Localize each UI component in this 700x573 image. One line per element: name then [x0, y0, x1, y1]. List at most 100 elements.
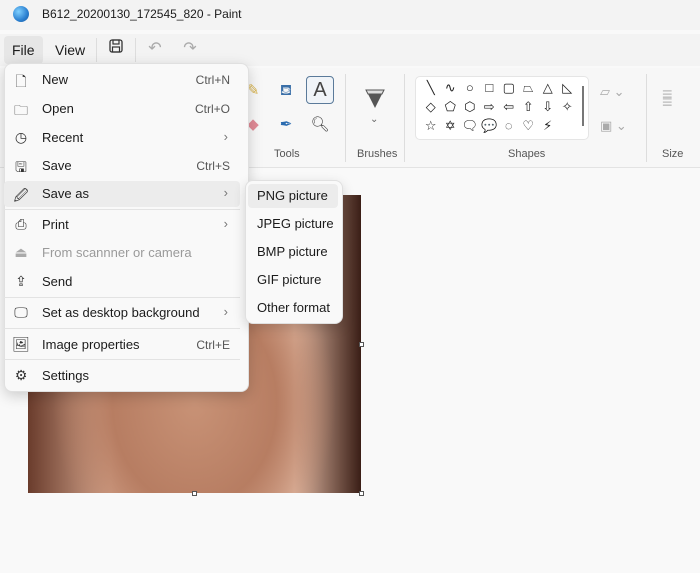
file-menu-item-recent[interactable]: ◷ Recent › [4, 125, 240, 151]
shape-option-icon[interactable]: ╲ [421, 78, 441, 97]
file-menu-item-send[interactable]: ⇪ Send [4, 269, 240, 295]
shortcut-label: Ctrl+E [196, 338, 230, 352]
shape-option-icon[interactable]: ⇨ [480, 97, 500, 116]
gear-icon: ⚙ [14, 367, 28, 383]
save-as-option-bmp-picture[interactable]: BMP picture [248, 240, 338, 264]
menu-item-label: New [42, 72, 69, 87]
shape-option-icon[interactable]: ⚡ [538, 116, 558, 135]
shape-option-icon[interactable]: ♡ [519, 116, 539, 135]
save-icon: 🖫 [15, 159, 27, 175]
resize-handle[interactable] [192, 491, 197, 496]
save-as-option-other-format[interactable]: Other format [248, 296, 338, 320]
shape-option-icon[interactable]: ⬠ [441, 97, 461, 116]
clock-icon: ◷ [14, 129, 28, 145]
shape-option-icon[interactable]: ○ [460, 78, 480, 97]
file-menu-item-save[interactable]: 🖫 Save Ctrl+S [4, 153, 240, 179]
printer-icon: ⎙ [15, 216, 27, 232]
shapes-grid: ╲ ∿ ○ □ ▢ ⏢ △ ◺ ◇ ⬠ ⬡ ⇨ ⇦ ⇧ ⇩ ✧ ☆ ✡ 🗨 💬 ◌ ♡ ⚡ [421, 78, 581, 135]
size-group-label: Size [662, 148, 684, 160]
menu-item-label: From scannner or camera [42, 245, 192, 260]
view-menu-button[interactable]: View [47, 36, 93, 64]
chevron-down-icon[interactable]: ⌄ [370, 114, 378, 125]
shortcut-label: Ctrl+N [195, 73, 230, 87]
chevron-right-icon: › [223, 129, 228, 144]
menu-item-label: Save as [42, 186, 89, 201]
shape-option-icon[interactable]: △ [538, 78, 558, 97]
paint-app-icon [13, 6, 29, 22]
shape-option-icon[interactable]: ◌ [499, 116, 519, 135]
shape-option-icon[interactable]: ⇧ [519, 97, 539, 116]
menu-separator [4, 359, 240, 360]
text-tool-button[interactable]: A [306, 76, 334, 104]
shape-option-icon[interactable]: ☆ [421, 116, 441, 135]
shape-option-icon[interactable]: □ [480, 78, 500, 97]
file-menu-item-print[interactable]: ⎙ Print › [4, 212, 240, 238]
divider [135, 38, 136, 62]
shapes-group-label: Shapes [508, 148, 546, 160]
divider [345, 74, 346, 162]
save-icon[interactable] [104, 38, 128, 59]
file-menu-item-open[interactable]: 🗀 Open Ctrl+O [4, 96, 240, 122]
shape-option-icon[interactable]: ◺ [558, 78, 578, 97]
shape-option-icon[interactable]: 💬 [480, 116, 500, 135]
size-icon[interactable]: ≡ ≡ [662, 85, 673, 111]
chevron-right-icon: › [223, 185, 228, 200]
magnifier-icon[interactable]: 🔍︎ [307, 112, 333, 138]
menu-separator [4, 209, 240, 210]
folder-icon: 🗀 [14, 102, 28, 118]
divider [96, 38, 97, 62]
menu-item-label: Save [42, 158, 72, 173]
image-properties-icon: 🖼 [12, 336, 30, 352]
file-menu-item-new[interactable]: 🗋 New Ctrl+N [4, 67, 240, 93]
menu-item-label: Recent [42, 130, 84, 145]
menu-item-label: Set as desktop background [42, 305, 200, 320]
file-menu-item-set-as-desktop-background[interactable]: 🖵 Set as desktop background › [4, 300, 240, 326]
shape-option-icon[interactable]: ⏢ [519, 78, 539, 97]
undo-icon[interactable]: ↶ [143, 38, 167, 58]
shortcut-label: Ctrl+O [194, 102, 230, 116]
shape-option-icon[interactable]: ✡ [441, 116, 461, 135]
chevron-right-icon: › [223, 216, 228, 231]
divider [646, 74, 647, 162]
resize-handle[interactable] [359, 342, 364, 347]
shape-option-icon[interactable]: ✧ [558, 97, 578, 116]
shape-option-icon[interactable]: ⬡ [460, 97, 480, 116]
redo-icon[interactable]: ↷ [178, 38, 202, 58]
tools-group-label: Tools [274, 148, 300, 160]
shape-option-icon[interactable]: ▢ [499, 78, 519, 97]
brushes-group-label: Brushes [357, 148, 398, 160]
share-icon: ⇪ [15, 273, 27, 289]
menu-separator [4, 297, 240, 298]
menu-item-label: Print [42, 217, 69, 232]
file-menu-button[interactable]: File [4, 36, 43, 64]
shape-option-icon[interactable]: ◇ [421, 97, 441, 116]
scanner-icon: ⏏ [14, 244, 28, 260]
save-as-option-jpeg-picture[interactable]: JPEG picture [248, 212, 338, 236]
menu-item-label: Open [42, 101, 74, 116]
save-as-icon: 🖉 [13, 187, 29, 203]
resize-handle[interactable] [359, 491, 364, 496]
shapes-scrollbar[interactable] [582, 86, 584, 126]
shape-option-icon[interactable]: ∿ [441, 78, 461, 97]
shape-option-icon[interactable]: ⇩ [538, 97, 558, 116]
menu-item-label: Settings [42, 368, 89, 383]
new-file-icon: 🗋 [15, 73, 27, 89]
menu-item-label: Send [42, 274, 73, 289]
save-as-option-gif-picture[interactable]: GIF picture [248, 268, 338, 292]
color-picker-icon[interactable]: ✒ [273, 112, 299, 138]
menu-item-label: Image properties [42, 337, 140, 352]
shape-option-icon[interactable]: ⇦ [499, 97, 519, 116]
file-menu-item-settings[interactable]: ⚙ Settings [4, 363, 240, 389]
file-menu-item-from-scannner-or-camera: ⏏ From scannner or camera [4, 240, 240, 266]
shortcut-label: Ctrl+S [196, 159, 230, 173]
menu-separator [4, 328, 240, 329]
desktop-icon: 🖵 [14, 304, 28, 320]
fill-icon[interactable]: ▣ ⌄ [600, 118, 627, 134]
fill-bucket-icon[interactable]: ⛾ [273, 78, 299, 104]
brush-icon[interactable] [362, 86, 388, 117]
file-menu-item-image-properties[interactable]: 🖼 Image properties Ctrl+E [4, 332, 240, 358]
save-as-option-png-picture[interactable]: PNG picture [248, 184, 338, 208]
shape-option-icon[interactable]: 🗨 [460, 116, 480, 135]
outline-icon[interactable]: ▱ ⌄ [600, 84, 625, 100]
file-menu-item-save-as[interactable]: 🖉 Save as › [4, 181, 240, 207]
